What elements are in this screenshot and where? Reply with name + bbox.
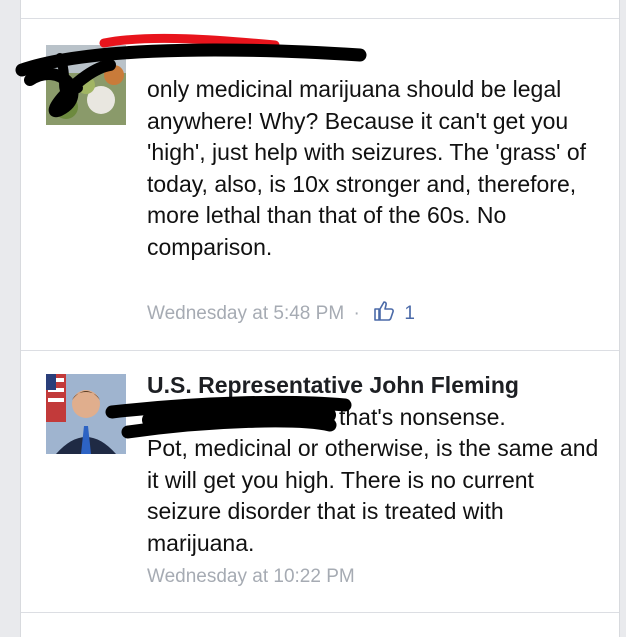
avatar[interactable]: [46, 45, 126, 125]
meta-separator: ·: [353, 303, 360, 324]
like-count[interactable]: 1: [404, 303, 415, 324]
comment-body: only medicinal marijuana should be legal…: [147, 41, 607, 263]
comment-meta: Wednesday at 10:22 PM: [147, 566, 355, 588]
avatar[interactable]: [46, 374, 126, 454]
divider: [21, 612, 619, 613]
thumbs-up-icon[interactable]: [373, 300, 395, 328]
divider: [21, 18, 619, 19]
comment-body: U.S. Representative John Fleming that's …: [147, 370, 607, 559]
comment-author[interactable]: U.S. Representative John Fleming: [147, 370, 607, 402]
reply-suffix: that's nonsense.: [339, 403, 506, 430]
comment-text: only medicinal marijuana should be legal…: [147, 76, 587, 260]
comment-meta: Wednesday at 5:48 PM · 1: [147, 300, 415, 328]
comment-timestamp[interactable]: Wednesday at 10:22 PM: [147, 566, 355, 587]
divider: [21, 350, 619, 351]
comment-text-wrapper: that's nonsense.: [147, 402, 607, 434]
comments-panel: only medicinal marijuana should be legal…: [20, 0, 620, 637]
comment-author[interactable]: [147, 41, 607, 74]
comment-timestamp[interactable]: Wednesday at 5:48 PM: [147, 303, 344, 324]
comment-text: Pot, medicinal or otherwise, is the same…: [147, 435, 599, 556]
